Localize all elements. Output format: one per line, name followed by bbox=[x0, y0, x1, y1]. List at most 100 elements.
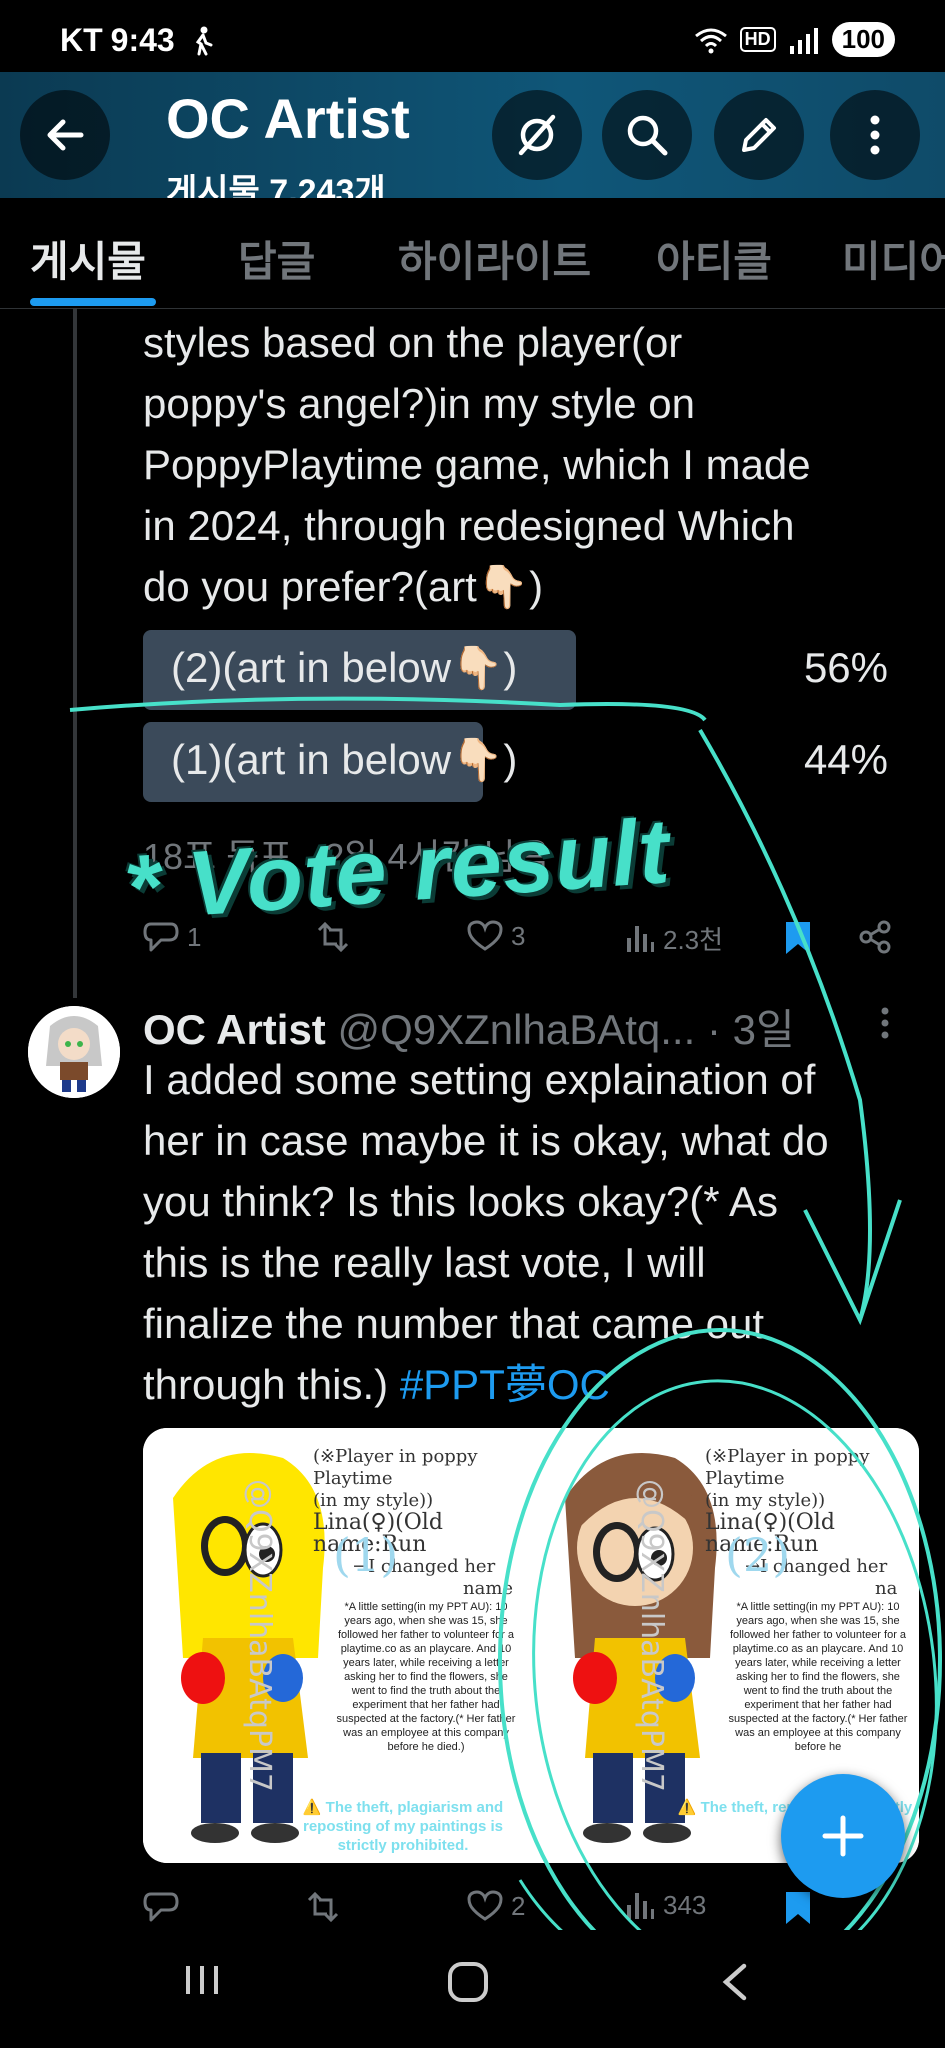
edit-icon bbox=[742, 118, 776, 152]
heart-icon bbox=[467, 1890, 503, 1921]
more-button[interactable] bbox=[830, 90, 920, 180]
view-count: 343 bbox=[663, 1890, 707, 1920]
tab-posts[interactable]: 게시물 bbox=[30, 228, 146, 289]
status-right: HD 100 bbox=[694, 22, 895, 57]
bookmark-button[interactable] bbox=[783, 1890, 813, 1926]
post-text-line: in 2024, through redesigned Which bbox=[143, 502, 795, 549]
post-text-line: through this.) #PPT夢OC bbox=[143, 1354, 610, 1415]
tab-articles[interactable]: 아티클 bbox=[656, 228, 772, 289]
post-text-last: through this.) bbox=[143, 1361, 400, 1408]
signal-icon bbox=[789, 27, 818, 54]
card-heading-line: (in my style)) bbox=[313, 1490, 434, 1511]
post-more-button[interactable] bbox=[880, 1006, 890, 1045]
search-icon bbox=[627, 115, 668, 156]
status-bar: KT 9:43 HD 100 bbox=[0, 0, 945, 72]
page-title: OC Artist bbox=[166, 87, 410, 150]
bookmark-button[interactable] bbox=[783, 920, 813, 956]
bookmark-icon bbox=[786, 922, 810, 954]
post-text-line: this is the really last vote, I will bbox=[143, 1239, 706, 1286]
post-text-line: finalize the number that came out bbox=[143, 1300, 765, 1347]
card-heading-line: (※Player in poppy Playtime bbox=[313, 1446, 478, 1489]
post-text-line: PoppyPlaytime game, which I made bbox=[143, 441, 811, 488]
views-icon bbox=[627, 1892, 654, 1919]
profile-tabs: 게시물 답글 하이라이트 아티클 미디어 bbox=[0, 198, 945, 309]
wifi-icon bbox=[694, 28, 727, 53]
edit-button[interactable] bbox=[714, 90, 804, 180]
poll-option-label: (2)(art in below👇🏻) bbox=[171, 644, 518, 691]
back-button[interactable] bbox=[20, 90, 110, 180]
tab-highlights[interactable]: 하이라이트 bbox=[398, 228, 591, 289]
heart-icon bbox=[467, 920, 503, 951]
post-count: 게시물 7,243개 bbox=[166, 173, 386, 198]
share-button[interactable] bbox=[858, 920, 892, 954]
avatar[interactable] bbox=[28, 1006, 120, 1098]
back-arrow-icon bbox=[47, 119, 84, 151]
author-name[interactable]: OC Artist bbox=[143, 1006, 326, 1053]
system-nav-bar bbox=[0, 1930, 945, 2048]
views-icon bbox=[627, 925, 654, 952]
clock: 9:43 bbox=[110, 22, 175, 58]
reply-button[interactable] bbox=[143, 1890, 187, 1924]
post-text-line: poppy's angel?)in my style on bbox=[143, 380, 695, 427]
plus-icon bbox=[822, 1815, 864, 1857]
compose-button[interactable] bbox=[781, 1774, 905, 1898]
hide-icon bbox=[518, 114, 556, 156]
post-text-line: I added some setting explaination of bbox=[143, 1056, 816, 1103]
status-left: KT 9:43 bbox=[60, 22, 215, 59]
post-text-line: do you prefer?(art👇🏻) bbox=[143, 563, 544, 610]
post-text-line: her in case maybe it is okay, what do bbox=[143, 1117, 829, 1164]
poll-option-percent: 56% bbox=[803, 644, 888, 691]
poll-option: (1)(art in below👇🏻) 44% bbox=[143, 722, 888, 802]
author-line: OC Artist @Q9XZnlhaBAtq... · 3일 bbox=[143, 996, 795, 1057]
active-tab-indicator bbox=[30, 298, 156, 306]
card-number: (2) bbox=[725, 1528, 791, 1582]
like-button[interactable]: 2 bbox=[467, 1890, 525, 1922]
hashtag-link[interactable]: #PPT夢OC bbox=[400, 1361, 610, 1408]
tab-replies[interactable]: 답글 bbox=[238, 228, 315, 289]
repost-button[interactable] bbox=[303, 1890, 351, 1924]
reply-icon bbox=[143, 1892, 179, 1922]
nav-back-icon bbox=[722, 1963, 747, 2001]
share-icon bbox=[859, 920, 891, 954]
poll-option-percent: 44% bbox=[803, 736, 888, 783]
poll-option-label: (1)(art in below👇🏻) bbox=[171, 736, 518, 783]
card-setting-text: *A little setting(in my PPT AU): 10 year… bbox=[336, 1601, 516, 1753]
view-count: 2.3천 bbox=[663, 925, 724, 955]
more-vertical-icon bbox=[881, 1007, 889, 1039]
views-button[interactable]: 2.3천 bbox=[625, 920, 723, 957]
bookmark-icon bbox=[786, 1892, 810, 1924]
watermark: @Q9XZnlhaBAtqPM7 bbox=[242, 1479, 277, 1792]
carrier: KT bbox=[60, 22, 103, 58]
watermark: @Q9XZnlhaBAtqPM7 bbox=[634, 1479, 669, 1792]
card-heading-line: (in my style)) bbox=[705, 1490, 826, 1511]
recents-icon bbox=[186, 1966, 218, 1994]
media-image-1[interactable]: @Q9XZnlhaBAtqPM7 (※Player in poppy Playt… bbox=[143, 1428, 527, 1863]
walking-icon bbox=[195, 26, 213, 55]
avatar-image bbox=[28, 1006, 120, 1098]
post-text-line: you think? Is this looks okay?(* As bbox=[143, 1178, 778, 1225]
home-button[interactable] bbox=[446, 1960, 490, 2009]
card-setting-text: *A little setting(in my PPT AU): 10 year… bbox=[728, 1601, 908, 1753]
post-time: · 3일 bbox=[706, 1006, 795, 1053]
hide-button[interactable] bbox=[492, 90, 582, 180]
poll-option: (2)(art in below👇🏻) 56% bbox=[143, 630, 888, 710]
card-warning: ⚠️ The theft, plagiarism and reposting o… bbox=[302, 1799, 504, 1854]
repost-icon bbox=[307, 1891, 339, 1923]
card-heading-line: (※Player in poppy Playtime bbox=[705, 1446, 870, 1489]
search-button[interactable] bbox=[602, 90, 692, 180]
card-number: (1) bbox=[333, 1528, 399, 1582]
author-handle[interactable]: @Q9XZnlhaBAtq... bbox=[337, 1006, 695, 1053]
like-count: 3 bbox=[511, 920, 526, 951]
thread-line bbox=[73, 308, 77, 998]
like-count: 2 bbox=[511, 1890, 526, 1921]
battery-indicator: 100 bbox=[831, 22, 895, 57]
profile-header: OC Artist 게시물 7,243개 bbox=[0, 72, 945, 198]
more-vertical-icon bbox=[870, 115, 880, 155]
home-icon bbox=[448, 1962, 488, 2002]
nav-back-button[interactable] bbox=[718, 1960, 752, 2009]
recents-button[interactable] bbox=[182, 1960, 222, 2005]
views-button[interactable]: 343 bbox=[625, 1890, 706, 1921]
hd-icon: HD bbox=[739, 27, 776, 52]
tab-media[interactable]: 미디어 bbox=[842, 228, 945, 289]
like-button[interactable]: 3 bbox=[467, 920, 525, 952]
